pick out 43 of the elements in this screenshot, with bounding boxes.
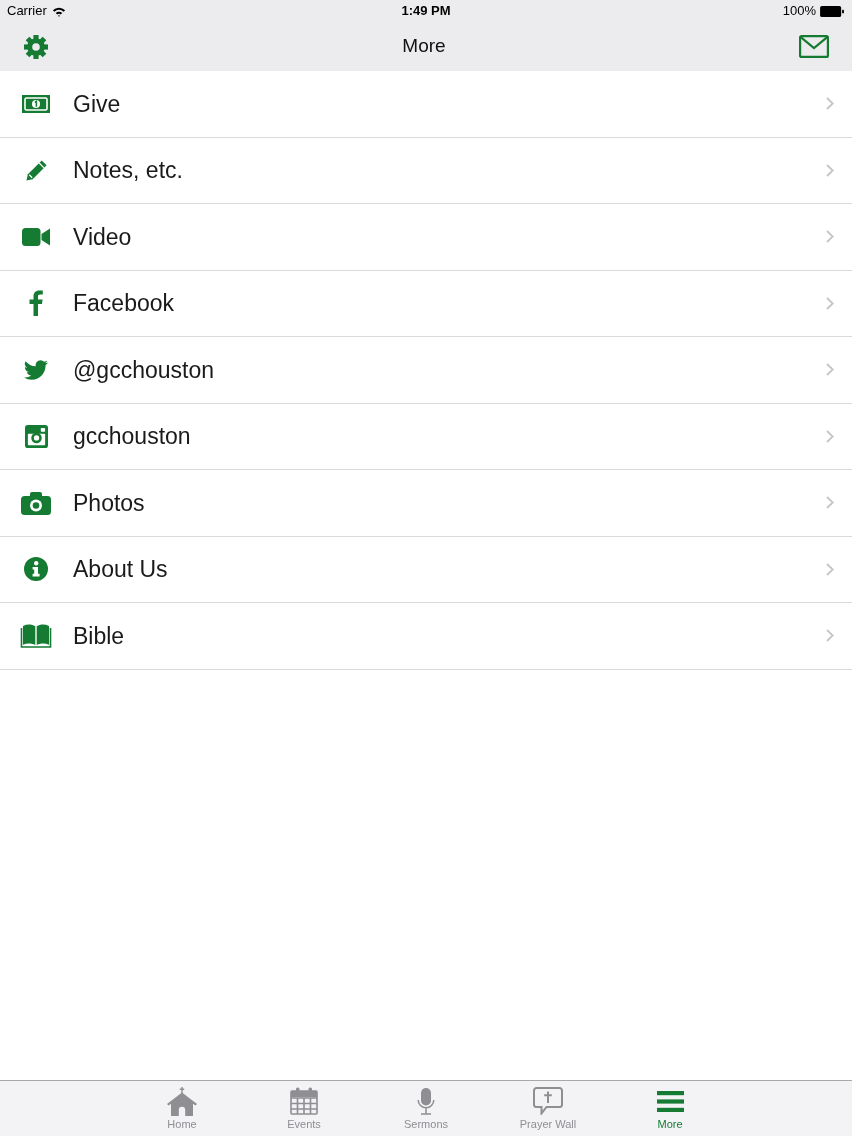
speech-bubble-cross-icon xyxy=(533,1087,563,1115)
chevron-right-icon xyxy=(826,429,834,443)
menu-item[interactable]: Facebook xyxy=(0,270,852,337)
facebook-icon xyxy=(29,290,43,317)
chevron-right-icon xyxy=(826,496,834,510)
carrier-label: Carrier xyxy=(7,2,47,21)
chevron-right-icon xyxy=(826,296,834,310)
chevron-right-icon xyxy=(826,629,834,643)
chevron-right-icon xyxy=(826,230,834,244)
microphone-icon xyxy=(417,1087,435,1115)
menu-item[interactable]: About Us xyxy=(0,536,852,603)
battery-percent: 100% xyxy=(782,2,816,21)
screen-title: More xyxy=(402,34,446,59)
pencil-icon xyxy=(24,158,48,182)
wifi-icon xyxy=(51,5,66,17)
menu-item[interactable]: @gcchouston xyxy=(0,337,852,404)
open-book-icon xyxy=(20,623,52,649)
chevron-right-icon xyxy=(826,363,834,377)
gear-icon xyxy=(24,34,48,59)
hamburger-menu-icon xyxy=(656,1090,684,1112)
menu-item[interactable]: Bible xyxy=(0,603,852,670)
battery-icon xyxy=(819,5,845,17)
calendar-icon xyxy=(290,1087,318,1115)
tab[interactable]: More xyxy=(609,1081,731,1136)
mail-icon xyxy=(799,35,829,58)
church-icon xyxy=(167,1086,197,1116)
mail-button[interactable] xyxy=(799,34,829,59)
status-time: 1:49 PM xyxy=(401,2,451,21)
instagram-icon xyxy=(24,424,48,448)
menu-item[interactable]: Give xyxy=(0,71,852,138)
settings-button[interactable] xyxy=(23,33,49,60)
info-icon xyxy=(24,557,48,582)
menu-item[interactable]: Notes, etc. xyxy=(0,137,852,204)
bird-icon xyxy=(24,359,48,380)
chevron-right-icon xyxy=(826,163,834,177)
chevron-right-icon xyxy=(826,562,834,576)
menu-item[interactable]: Video xyxy=(0,204,852,271)
chevron-right-icon xyxy=(826,97,834,111)
banknote-icon xyxy=(22,94,50,113)
video-camera-icon xyxy=(22,226,50,247)
menu-item[interactable]: gcchouston xyxy=(0,403,852,470)
menu-item[interactable]: Photos xyxy=(0,470,852,537)
camera-icon xyxy=(21,490,51,515)
